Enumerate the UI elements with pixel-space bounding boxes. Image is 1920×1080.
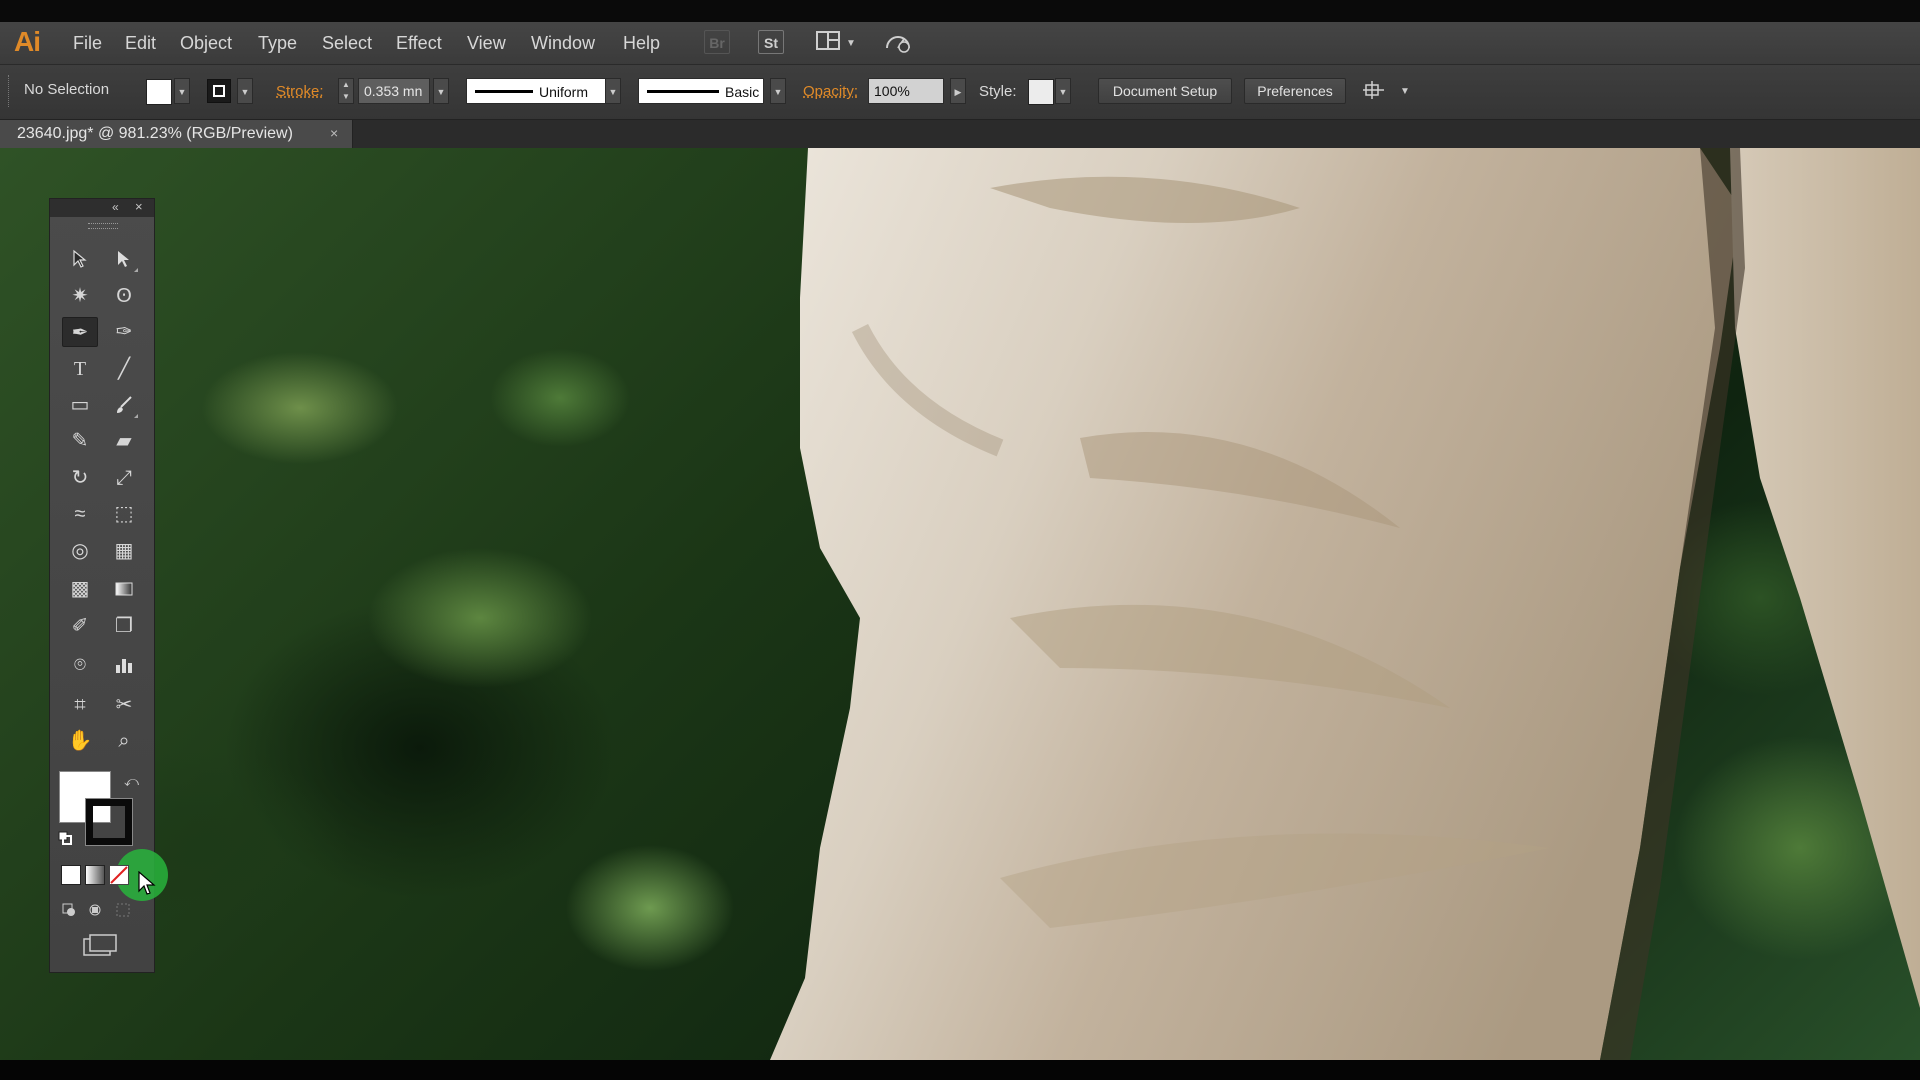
profile-dropdown[interactable]: ▼ <box>605 78 621 104</box>
style-dropdown[interactable]: ▼ <box>1055 78 1071 104</box>
tools-panel-header[interactable]: « × <box>50 199 154 217</box>
menu-file[interactable]: File <box>73 33 102 54</box>
column-graph-tool-icon[interactable] <box>108 650 140 680</box>
magic-wand-tool-icon[interactable]: ✷ <box>64 281 96 311</box>
menu-bar: Ai File Edit Object Type Select Effect V… <box>0 22 1920 65</box>
shape-builder-tool-icon[interactable]: ◎ <box>64 536 96 566</box>
scale-tool-icon[interactable]: ⤢ <box>108 463 140 493</box>
close-panel-icon[interactable]: × <box>135 199 143 214</box>
free-transform-tool-icon[interactable]: ⬚ <box>108 499 140 529</box>
placed-image-fabric <box>770 148 1920 1060</box>
selection-tool-icon[interactable] <box>64 244 96 274</box>
eraser-tool-icon[interactable]: ▰ <box>108 426 140 456</box>
stroke-swatch[interactable] <box>207 79 231 103</box>
tools-panel: « × ✷ ʘ ✒ ✑ T ╱ ▭ ✎ ▰ ↻ ⤢ ≈ ⬚ ◎ ▦ ▩ ✐ ❐ … <box>49 198 168 973</box>
mouse-cursor-icon <box>138 871 156 895</box>
stroke-weight-input[interactable]: 0.353 mn <box>358 78 430 104</box>
menu-select[interactable]: Select <box>322 33 372 54</box>
menu-view[interactable]: View <box>467 33 506 54</box>
blend-tool-icon[interactable]: ❐ <box>108 611 140 641</box>
variable-width-profile[interactable]: Uniform <box>466 78 609 104</box>
draw-behind-icon[interactable] <box>88 903 102 917</box>
opacity-input[interactable]: 100% <box>868 78 944 104</box>
type-tool-icon[interactable]: T <box>64 354 96 384</box>
rotate-tool-icon[interactable]: ↻ <box>64 463 96 493</box>
menu-type[interactable]: Type <box>258 33 297 54</box>
menu-edit[interactable]: Edit <box>125 33 156 54</box>
lasso-tool-icon[interactable]: ʘ <box>108 281 140 311</box>
pen-tool-icon[interactable]: ✒ <box>62 317 98 347</box>
close-tab-icon[interactable]: × <box>330 125 338 141</box>
stroke-color-dropdown[interactable]: ▼ <box>237 78 253 104</box>
gradient-mode-icon[interactable] <box>85 865 105 885</box>
paintbrush-tool-icon[interactable] <box>108 390 140 420</box>
curvature-tool-icon[interactable]: ✑ <box>108 317 140 347</box>
hand-tool-icon[interactable]: ✋ <box>64 726 96 756</box>
opacity-label[interactable]: Opacity: <box>803 83 858 100</box>
stroke-swatch-inner <box>213 85 225 97</box>
fill-dropdown[interactable]: ▼ <box>174 78 190 104</box>
menu-help[interactable]: Help <box>623 33 660 54</box>
document-tab[interactable]: 23640.jpg* @ 981.23% (RGB/Preview) × <box>0 120 353 148</box>
opacity-slider-arrow[interactable]: ▶ <box>950 78 966 104</box>
control-panel-menu-icon[interactable] <box>1362 79 1388 103</box>
direct-selection-tool-icon[interactable] <box>108 244 140 274</box>
collapse-panel-icon[interactable]: « <box>112 200 119 214</box>
stroke-label[interactable]: Stroke: <box>276 83 324 100</box>
style-swatch[interactable] <box>1028 79 1054 105</box>
width-tool-icon[interactable]: ≈ <box>64 499 96 529</box>
rectangle-tool-icon[interactable]: ▭ <box>64 390 96 420</box>
fill-swatch[interactable] <box>146 79 172 105</box>
profile-label: Uniform <box>539 84 589 100</box>
brush-definition[interactable]: Basic <box>638 78 764 104</box>
default-fill-stroke-icon[interactable] <box>58 831 72 845</box>
arrange-documents-icon[interactable] <box>816 30 842 54</box>
mesh-tool-icon[interactable]: ▩ <box>64 574 96 604</box>
document-tab-bar: 23640.jpg* @ 981.23% (RGB/Preview) × <box>0 120 1920 148</box>
perspective-grid-tool-icon[interactable]: ▦ <box>108 536 140 566</box>
zoom-tool-icon[interactable]: ⌕ <box>108 726 140 756</box>
style-label: Style: <box>979 83 1017 100</box>
gpu-performance-icon[interactable] <box>884 30 910 54</box>
panel-grip[interactable] <box>88 223 118 229</box>
brush-dropdown[interactable]: ▼ <box>770 78 786 104</box>
app-logo: Ai <box>14 26 41 57</box>
control-panel-menu-caret[interactable]: ▼ <box>1400 86 1410 97</box>
stroke-weight-stepper[interactable]: ▲ ▼ <box>338 78 354 104</box>
symbol-sprayer-tool-icon[interactable]: ⌾ <box>64 650 96 680</box>
change-screen-mode-icon[interactable] <box>82 933 118 957</box>
stroke-color-swatch[interactable] <box>85 798 133 846</box>
screen-top-edge <box>0 0 1920 22</box>
menu-object[interactable]: Object <box>180 33 232 54</box>
selection-status: No Selection <box>24 81 110 98</box>
none-mode-icon[interactable] <box>109 865 129 885</box>
control-bar: No Selection ▼ ▼ Stroke: ▲ ▼ 0.353 mn ▼ U… <box>0 65 1920 120</box>
brush-line-preview <box>647 90 719 93</box>
eyedropper-tool-icon[interactable]: ✐ <box>64 611 96 641</box>
profile-line-preview <box>475 90 533 93</box>
menu-window[interactable]: Window <box>531 33 595 54</box>
artboard-canvas[interactable] <box>0 148 1920 1060</box>
control-bar-grip[interactable] <box>8 75 13 107</box>
screen-bottom-edge <box>0 1060 1920 1080</box>
brush-label: Basic <box>725 84 760 100</box>
arrange-dropdown-caret[interactable]: ▼ <box>846 38 856 49</box>
stroke-weight-dropdown[interactable]: ▼ <box>433 78 449 104</box>
drawing-modes <box>60 901 146 921</box>
line-segment-tool-icon[interactable]: ╱ <box>108 354 140 384</box>
slice-tool-icon[interactable]: ✂ <box>108 690 140 720</box>
gradient-tool-icon[interactable] <box>108 574 140 604</box>
menu-effect[interactable]: Effect <box>396 33 442 54</box>
artboard-tool-icon[interactable]: ⌗ <box>64 690 96 720</box>
stock-icon[interactable]: St <box>758 30 784 54</box>
document-setup-button[interactable]: Document Setup <box>1098 78 1232 104</box>
bridge-icon[interactable]: Br <box>704 30 730 54</box>
draw-normal-icon[interactable] <box>62 903 76 917</box>
draw-inside-icon[interactable] <box>116 903 130 917</box>
swap-fill-stroke-icon[interactable]: ⤺ <box>124 773 139 790</box>
color-mode-icon[interactable] <box>61 865 81 885</box>
document-tab-title: 23640.jpg* @ 981.23% (RGB/Preview) <box>17 125 293 142</box>
pencil-tool-icon[interactable]: ✎ <box>64 426 96 456</box>
preferences-button[interactable]: Preferences <box>1244 78 1346 104</box>
